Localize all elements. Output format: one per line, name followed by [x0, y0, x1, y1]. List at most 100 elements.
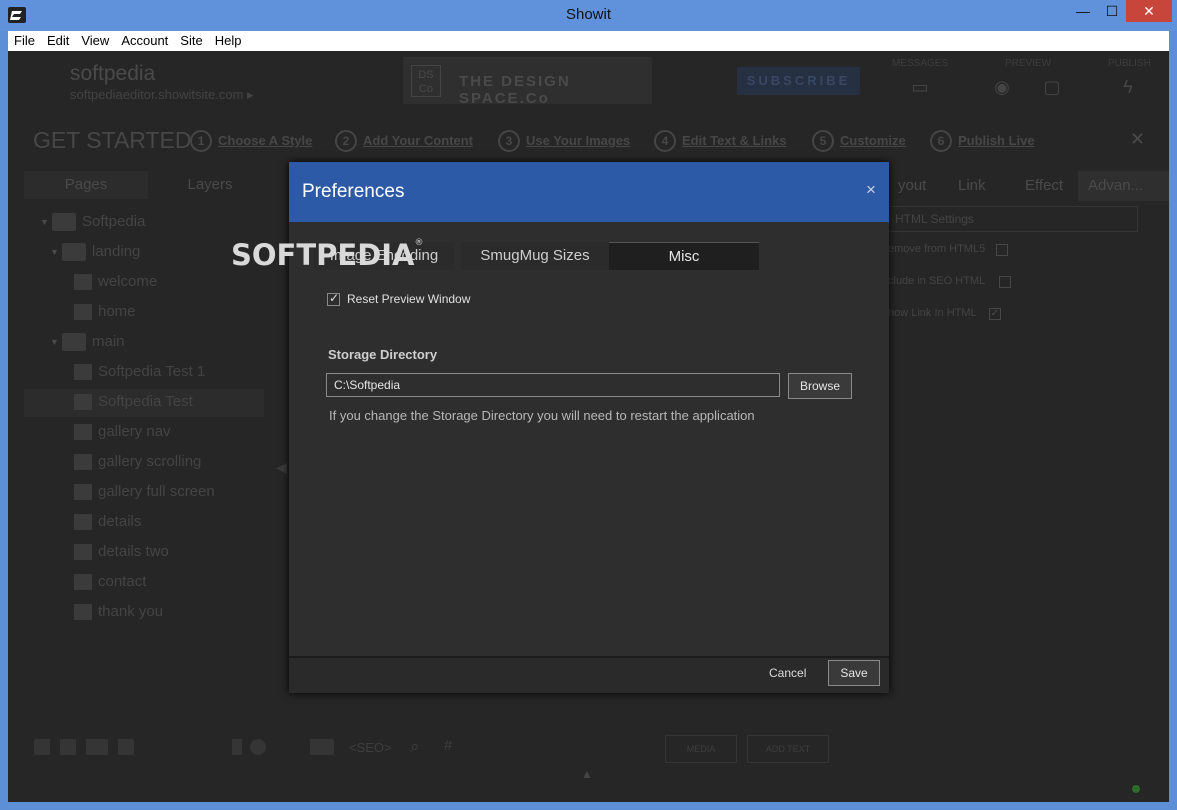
banner-text: THE DESIGN SPACE.Co [459, 73, 571, 107]
tree-page-gallery-scrolling[interactable]: gallery scrolling [24, 449, 264, 477]
step-6-link[interactable]: 6 Publish Live [930, 130, 1035, 152]
grid-icon[interactable]: # [444, 737, 452, 754]
cancel-button[interactable]: Cancel [769, 666, 806, 680]
show-link-html-checkbox[interactable]: ✓ [989, 308, 1001, 320]
tree-page-welcome[interactable]: welcome [24, 269, 264, 297]
tree-page-thank-you[interactable]: thank you [24, 599, 264, 627]
tree-page-details-two[interactable]: details two [24, 539, 264, 567]
tree-folder-softpedia[interactable]: ▼ Softpedia [24, 209, 264, 237]
site-url[interactable]: softpediaeditor.showitsite.com ▸ [70, 87, 254, 103]
messages-label: MESSAGES [892, 58, 949, 69]
step-5-link[interactable]: 5 Customize [812, 130, 906, 152]
minimize-button[interactable]: — [1068, 0, 1098, 22]
tree-item-label: home [98, 303, 136, 320]
expand-arrow-icon[interactable]: ▼ [50, 329, 62, 355]
expand-arrow-icon[interactable]: ▼ [40, 209, 52, 235]
collapse-panel-icon[interactable]: ◀ [276, 459, 287, 476]
remove-from-html5-checkbox[interactable] [996, 244, 1008, 256]
seo-button[interactable]: <SEO> [349, 740, 392, 755]
menu-bar: File Edit View Account Site Help [8, 31, 1169, 51]
html-settings-header[interactable]: HTML Settings [884, 206, 1138, 232]
page-icon [74, 604, 92, 621]
menu-edit[interactable]: Edit [41, 31, 75, 49]
step-1-link[interactable]: 1 Choose A Style [190, 130, 312, 152]
step-3-link[interactable]: 3 Use Your Images [498, 130, 630, 152]
tree-page-gallery-full-screen[interactable]: gallery full screen [24, 479, 264, 507]
lightning-icon[interactable]: ϟ [1116, 77, 1140, 97]
tree-item-label: welcome [98, 273, 158, 290]
pages-panel: Pages Layers ▼ Softpedia ▼ landing welcome… [24, 171, 264, 651]
menu-view[interactable]: View [75, 31, 115, 49]
checkmark-icon: ✓ [329, 291, 340, 305]
tree-page-softpedia-test-1[interactable]: Softpedia Test 1 [24, 359, 264, 387]
desktop-view-icon[interactable] [310, 739, 334, 755]
tree-page-contact[interactable]: contact [24, 569, 264, 597]
site-name[interactable]: softpedia [70, 62, 155, 86]
storage-directory-input[interactable] [326, 373, 780, 397]
get-started-close-icon[interactable]: ✕ [1130, 129, 1145, 150]
reset-preview-checkbox[interactable]: ✓ [327, 291, 340, 306]
inbox-icon[interactable]: ▭ [908, 77, 932, 97]
tree-page-home[interactable]: home [24, 299, 264, 327]
watermark-text: SOFTPEDIA [231, 238, 415, 272]
tab-layout[interactable]: yout [898, 177, 926, 194]
add-text-button[interactable]: ADD TEXT [747, 735, 829, 763]
tree-item-label: main [92, 333, 125, 350]
new-page-icon[interactable] [34, 739, 50, 755]
tree-item-label: thank you [98, 603, 164, 620]
dialog-close-icon[interactable]: × [862, 181, 880, 199]
trash-icon[interactable] [232, 739, 242, 755]
tab-advanced[interactable]: Advan... [1078, 171, 1169, 201]
expand-up-icon[interactable]: ▲ [581, 767, 593, 781]
save-button[interactable]: Save [828, 660, 880, 686]
new-folder-icon[interactable] [86, 739, 108, 755]
tree-item-label: Softpedia Test [98, 393, 193, 410]
preferences-dialog: Preferences × Image Encoding SmugMug Siz… [231, 162, 889, 693]
tab-effect[interactable]: Effect [1025, 177, 1063, 194]
close-window-button[interactable]: ✕ [1126, 0, 1172, 22]
tab-layers[interactable]: Layers [148, 171, 272, 199]
tab-smugmug-sizes[interactable]: SmugMug Sizes [461, 242, 609, 270]
tree-page-details[interactable]: details [24, 509, 264, 537]
tab-link[interactable]: Link [958, 177, 986, 194]
subscribe-button[interactable]: SUBSCRIBE [737, 67, 860, 95]
step-4-link[interactable]: 4 Edit Text & Links [654, 130, 787, 152]
tree-page-softpedia-test[interactable]: Softpedia Test [24, 389, 264, 417]
publish-label: PUBLISH [1108, 58, 1151, 69]
expand-arrow-icon[interactable]: ▼ [50, 239, 62, 265]
preview-label: PREVIEW [1005, 58, 1052, 69]
ad-banner[interactable]: DS Co THE DESIGN SPACE.Co [403, 57, 652, 107]
tree-page-gallery-nav[interactable]: gallery nav [24, 419, 264, 447]
page-icon [74, 364, 92, 381]
menu-file[interactable]: File [8, 31, 41, 49]
reset-preview-label: Reset Preview Window [347, 292, 471, 306]
dialog-title: Preferences [302, 181, 405, 202]
tree-folder-landing[interactable]: ▼ landing [24, 239, 264, 267]
tree-item-label: gallery nav [98, 423, 171, 440]
include-seo-html-checkbox[interactable] [999, 276, 1011, 288]
preview-devices-icon[interactable]: ▢ [1040, 77, 1064, 97]
browse-button[interactable]: Browse [788, 373, 852, 399]
page-icon [74, 424, 92, 441]
remove-from-html5-label: emove from HTML5 [888, 243, 986, 255]
help-icon[interactable] [250, 739, 266, 755]
step-2-label: Add Your Content [363, 133, 474, 148]
maximize-button[interactable]: ☐ [1097, 0, 1127, 22]
duplicate-page-icon[interactable] [60, 739, 76, 755]
tab-misc[interactable]: Misc [609, 242, 759, 270]
media-button[interactable]: MEDIA [665, 735, 737, 763]
menu-site[interactable]: Site [174, 31, 208, 49]
search-icon[interactable]: ⌕ [410, 737, 420, 757]
step-6-number: 6 [930, 130, 952, 152]
status-indicator [1132, 785, 1140, 793]
page-icon [74, 574, 92, 591]
menu-help[interactable]: Help [209, 31, 248, 49]
step-2-link[interactable]: 2 Add Your Content [335, 130, 473, 152]
eye-icon[interactable]: ◉ [990, 77, 1014, 97]
copy-icon[interactable] [118, 739, 134, 755]
page-icon [74, 514, 92, 531]
tree-folder-main[interactable]: ▼ main [24, 329, 264, 357]
tab-pages[interactable]: Pages [24, 171, 148, 199]
menu-account[interactable]: Account [115, 31, 174, 49]
folder-icon [62, 243, 86, 262]
